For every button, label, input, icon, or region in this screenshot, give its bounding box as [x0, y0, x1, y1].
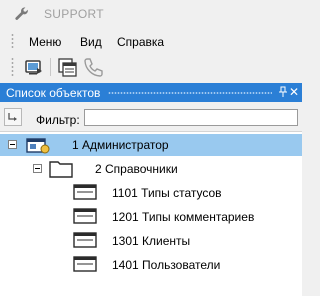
- toolbar-separator: [50, 58, 51, 76]
- filter-input[interactable]: [84, 109, 298, 126]
- window-title: SUPPORT: [44, 7, 104, 21]
- panel-drag-handle[interactable]: [108, 92, 272, 94]
- tree-label-directories: 2 Справочники: [95, 162, 178, 176]
- tree-label-status-types: 1101 Типы статусов: [112, 186, 222, 200]
- close-icon[interactable]: ✕: [288, 84, 300, 100]
- menu-item-menu[interactable]: Меню: [29, 35, 61, 49]
- admin-folder-icon: [26, 138, 50, 154]
- tree-label-clients: 1301 Клиенты: [112, 234, 191, 248]
- tree-label-users: 1401 Пользователи: [112, 258, 221, 272]
- menu-item-help[interactable]: Справка: [117, 35, 164, 49]
- folder-icon: [49, 161, 73, 178]
- panel-title: Список объектов: [6, 86, 101, 100]
- tree-label-admin: 1 Администратор: [72, 138, 169, 152]
- collapse-toggle[interactable]: [33, 164, 42, 173]
- collapse-toggle[interactable]: [8, 140, 17, 149]
- screen-icon[interactable]: [23, 56, 45, 78]
- window-icon: [73, 208, 97, 224]
- toolbar: [0, 54, 302, 80]
- window-icon: [73, 232, 97, 248]
- window-icon: [73, 256, 97, 272]
- window-icon: [73, 184, 97, 200]
- app-wrench-icon: [15, 7, 28, 20]
- filter-refresh-button[interactable]: [4, 108, 22, 126]
- menu-item-view[interactable]: Вид: [80, 35, 102, 49]
- toolbar-grip: [11, 57, 14, 77]
- filter-label: Фильтр:: [36, 113, 80, 127]
- tree-label-comment-types: 1201 Типы комментариев: [112, 210, 255, 224]
- phone-icon[interactable]: [82, 56, 104, 78]
- windows-icon[interactable]: [57, 56, 79, 78]
- menu-grip: [11, 33, 14, 49]
